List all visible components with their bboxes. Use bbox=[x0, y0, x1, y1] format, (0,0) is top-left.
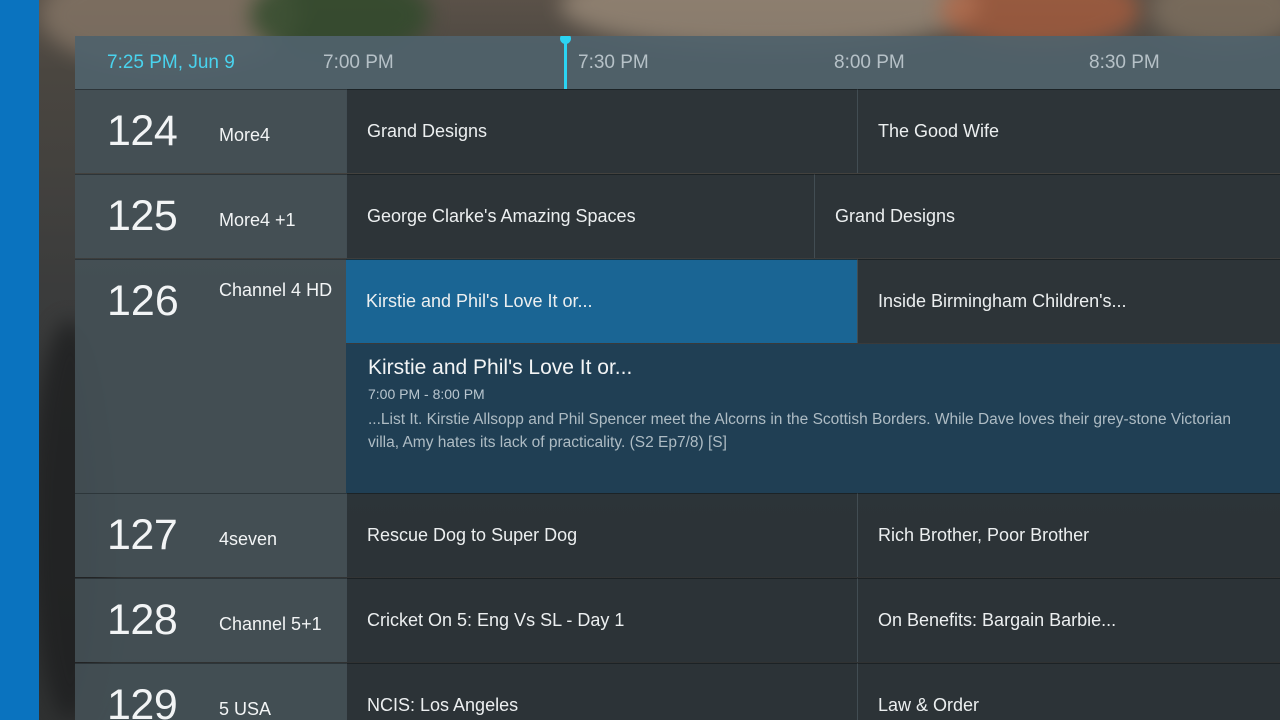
program-title: NCIS: Los Angeles bbox=[367, 695, 519, 715]
channel-number: 128 bbox=[107, 596, 178, 644]
channel-number: 127 bbox=[107, 511, 178, 559]
program-title: Law & Order bbox=[878, 695, 980, 715]
program-cell[interactable]: Grand Designs bbox=[346, 89, 858, 173]
program-cell[interactable]: The Good Wife bbox=[857, 89, 1280, 173]
program-detail-panel: Kirstie and Phil's Love It or... 7:00 PM… bbox=[346, 344, 1280, 494]
channel-row-126: Kirstie and Phil's Love It or... Inside … bbox=[75, 259, 1280, 343]
program-title: George Clarke's Amazing Spaces bbox=[367, 206, 636, 226]
program-cell[interactable]: George Clarke's Amazing Spaces bbox=[346, 174, 815, 258]
channel-row-128: 128 Channel 5+1 Cricket On 5: Eng Vs SL … bbox=[75, 578, 1280, 662]
channel-info[interactable]: 124 More4 bbox=[75, 89, 346, 173]
program-cell[interactable]: Inside Birmingham Children's... bbox=[857, 259, 1280, 343]
time-slot: 7:30 PM bbox=[578, 52, 649, 73]
program-title: Cricket On 5: Eng Vs SL - Day 1 bbox=[367, 610, 625, 630]
channel-number: 125 bbox=[107, 192, 178, 240]
channel-row-124: 124 More4 Grand Designs The Good Wife bbox=[75, 89, 1280, 173]
detail-time: 7:00 PM - 8:00 PM bbox=[368, 386, 485, 402]
channel-name: 4seven bbox=[219, 529, 278, 549]
channel-row-129: 129 5 USA NCIS: Los Angeles Law & Order bbox=[75, 663, 1280, 720]
channel-info[interactable]: 129 5 USA bbox=[75, 663, 346, 720]
detail-title: Kirstie and Phil's Love It or... bbox=[368, 356, 633, 379]
program-title: On Benefits: Bargain Barbie... bbox=[878, 610, 1117, 630]
program-cell-selected[interactable]: Kirstie and Phil's Love It or... bbox=[346, 259, 858, 343]
time-bar: 7:25 PM, Jun 9 7:00 PM 7:30 PM 8:00 PM 8… bbox=[75, 36, 1280, 89]
program-cell[interactable]: On Benefits: Bargain Barbie... bbox=[857, 578, 1280, 662]
program-title: Grand Designs bbox=[367, 121, 488, 141]
time-slot: 7:00 PM bbox=[323, 52, 394, 73]
detail-description: ...List It. Kirstie Allsopp and Phil Spe… bbox=[368, 411, 1231, 451]
channel-row-127: 127 4seven Rescue Dog to Super Dog Rich … bbox=[75, 493, 1280, 577]
channel-info[interactable]: 127 4seven bbox=[75, 493, 346, 577]
channel-name: More4 +1 bbox=[219, 210, 296, 230]
channel-info[interactable]: 128 Channel 5+1 bbox=[75, 578, 346, 662]
channel-row-125: 125 More4 +1 George Clarke's Amazing Spa… bbox=[75, 174, 1280, 258]
program-cell[interactable]: NCIS: Los Angeles bbox=[346, 663, 858, 720]
program-title: Kirstie and Phil's Love It or... bbox=[366, 291, 593, 311]
program-title: Rich Brother, Poor Brother bbox=[878, 525, 1090, 545]
time-slot: 8:00 PM bbox=[834, 52, 905, 73]
program-cell[interactable]: Law & Order bbox=[857, 663, 1280, 720]
side-strip bbox=[0, 0, 39, 720]
program-title: Grand Designs bbox=[835, 206, 956, 226]
program-cell[interactable]: Rich Brother, Poor Brother bbox=[857, 493, 1280, 577]
program-title: The Good Wife bbox=[878, 121, 1000, 141]
tv-guide: 7:25 PM, Jun 9 7:00 PM 7:30 PM 8:00 PM 8… bbox=[75, 36, 1280, 720]
program-title: Rescue Dog to Super Dog bbox=[367, 525, 578, 545]
program-cell[interactable]: Grand Designs bbox=[814, 174, 1280, 258]
channel-name: More4 bbox=[219, 125, 271, 145]
channel-name: 5 USA bbox=[219, 699, 272, 719]
time-slot: 8:30 PM bbox=[1089, 52, 1160, 73]
channel-info[interactable]: 125 More4 +1 bbox=[75, 174, 346, 258]
channel-number: 124 bbox=[107, 107, 178, 155]
program-title: Inside Birmingham Children's... bbox=[878, 291, 1127, 311]
now-indicator-dot bbox=[560, 36, 571, 44]
program-cell[interactable]: Rescue Dog to Super Dog bbox=[346, 493, 858, 577]
current-datetime: 7:25 PM, Jun 9 bbox=[107, 52, 235, 73]
channel-name: Channel 5+1 bbox=[219, 614, 322, 634]
channel-number: 129 bbox=[107, 681, 178, 720]
program-cell[interactable]: Cricket On 5: Eng Vs SL - Day 1 bbox=[346, 578, 858, 662]
